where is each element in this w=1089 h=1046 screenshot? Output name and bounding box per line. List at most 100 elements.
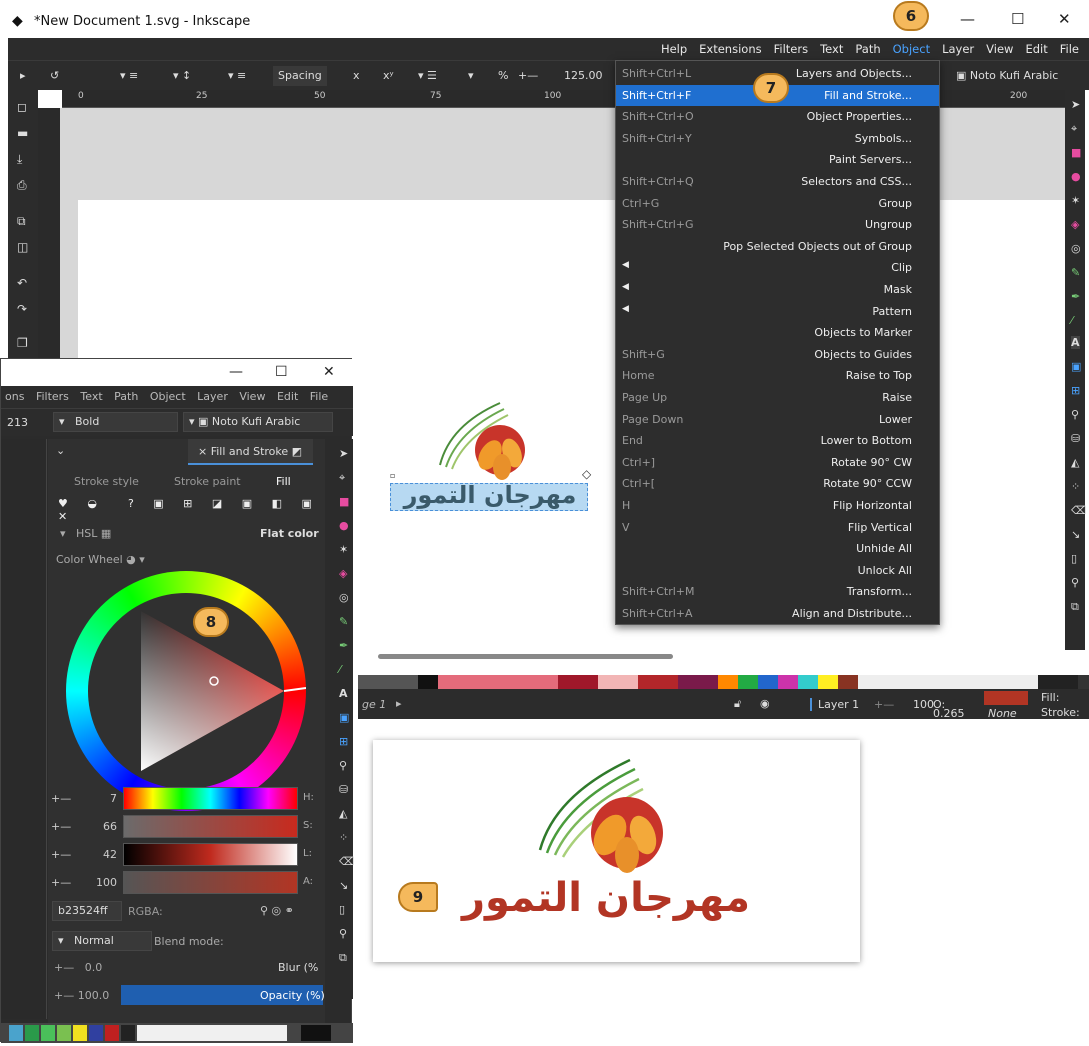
menu-item[interactable]: Shift+Ctrl+Q Selectors and CSS... — [616, 171, 939, 193]
menu-item[interactable]: Paint Servers... — [616, 149, 939, 171]
menu-item[interactable]: Shift+Ctrl+O Object Properties... — [616, 106, 939, 128]
menu-item[interactable]: Shift+Ctrl+M Transform... — [616, 581, 939, 603]
palette-swatches[interactable] — [358, 675, 1089, 689]
connector-tool-icon[interactable]: ↘ — [1071, 528, 1080, 541]
handle-icon[interactable]: ▫ — [390, 471, 395, 480]
pen-tool-icon[interactable]: ✒ — [1071, 290, 1080, 303]
menu-item[interactable]: Ctrl+] Rotate 90° CW — [616, 452, 939, 474]
menu-layer[interactable]: Layer — [936, 42, 980, 56]
minimize-button[interactable]: — — [960, 10, 975, 28]
menu-edit[interactable]: Edit — [273, 390, 302, 403]
next-icon[interactable]: ▸ — [396, 697, 402, 710]
menu-item[interactable]: Shift+Ctrl+Y Symbols... — [616, 128, 939, 150]
menu-item[interactable]: Page Up Raise — [616, 387, 939, 409]
dropdown-icon[interactable]: ▾ — [468, 66, 474, 86]
zoom-tool-icon[interactable]: ⚲ — [339, 927, 347, 940]
color-triangle[interactable] — [66, 571, 306, 811]
spray-tool-icon[interactable]: ⁘ — [339, 831, 348, 844]
maximize-button[interactable]: ☐ — [1011, 10, 1024, 28]
alpha-value[interactable]: +— 100 — [51, 871, 121, 894]
mode-dropdown[interactable]: ▾ HSL ▦ — [60, 527, 111, 540]
saturation-value[interactable]: +— 66 — [51, 815, 121, 838]
new-doc-icon[interactable]: ◻ — [17, 100, 27, 114]
undo-text-icon[interactable]: ↺ — [50, 66, 59, 86]
opacity-value[interactable]: 100 — [913, 698, 934, 711]
menu-item[interactable]: Unhide All — [616, 538, 939, 560]
dropper-tool-icon[interactable]: ⚲ — [339, 759, 347, 772]
menu-text[interactable]: Text — [76, 390, 106, 403]
line-spacing-dropdown[interactable]: ▾ ↕ — [173, 66, 191, 86]
mesh-tool-icon[interactable]: ⊞ — [339, 735, 348, 748]
saturation-slider[interactable] — [123, 815, 298, 838]
paint-bucket-icon[interactable]: ⛁ — [339, 783, 348, 796]
word-spacing-dropdown[interactable]: ▾ ≡ — [228, 66, 246, 86]
calligraphy-tool-icon[interactable]: ⁄ — [1071, 314, 1073, 327]
dropper-tool-icon[interactable]: ⚲ — [1071, 408, 1079, 421]
canvas-logo[interactable]: مهرجان التمور ▫ ◇ — [390, 395, 591, 515]
measure-tool-icon[interactable]: ⧉ — [339, 951, 347, 965]
paint-type-icons[interactable]: ♥ ◒ ? ▣ ⊞ ◪ ▣ ◧ ▣ ✕ — [58, 497, 325, 523]
selector-tool-icon[interactable]: ➤ — [339, 447, 348, 460]
circle-tool-icon[interactable]: ● — [1071, 170, 1081, 183]
menu-item[interactable]: ◀ Clip — [616, 257, 939, 279]
pages-tool-icon[interactable]: ▯ — [339, 903, 345, 916]
menu-item[interactable]: H Flip Horizontal — [616, 495, 939, 517]
menu-view[interactable]: View — [235, 390, 269, 403]
3dbox-tool-icon[interactable]: ◈ — [1071, 218, 1079, 231]
menu-item[interactable]: Page Down Lower — [616, 409, 939, 431]
menu-file[interactable]: File — [1054, 42, 1085, 56]
menu-item[interactable]: Shift+Ctrl+G Ungroup — [616, 214, 939, 236]
rect-tool-icon[interactable]: ■ — [1071, 146, 1081, 159]
expand-icon[interactable]: ▸ — [20, 66, 26, 86]
opacity-stepper[interactable]: +— 100.0 — [54, 989, 109, 1002]
zoom-stepper[interactable]: +— — [518, 66, 538, 86]
menu-path[interactable]: Path — [849, 42, 886, 56]
circle-tool-icon[interactable]: ● — [339, 519, 349, 532]
import-icon[interactable]: ⧉ — [17, 214, 26, 229]
tweak-tool-icon[interactable]: ◭ — [1071, 456, 1079, 469]
star-tool-icon[interactable]: ✶ — [339, 543, 348, 556]
menu-file[interactable]: File — [306, 390, 332, 403]
tab-fill[interactable]: Fill — [276, 475, 291, 488]
menu-item[interactable]: Objects to Marker — [616, 322, 939, 344]
spray-tool-icon[interactable]: ⁘ — [1071, 480, 1080, 493]
font-style-dropdown[interactable]: ▾ Bold — [53, 412, 178, 432]
color-wheel[interactable] — [66, 571, 306, 811]
visibility-icon[interactable]: ◉ — [760, 697, 770, 710]
pencil-tool-icon[interactable]: ✎ — [339, 615, 348, 628]
redo-icon[interactable]: ↷ — [17, 302, 27, 316]
dialog-color-palette[interactable] — [1, 1023, 353, 1043]
rect-tool-icon[interactable]: ■ — [339, 495, 349, 508]
undo-icon[interactable]: ↶ — [17, 276, 27, 290]
opacity-stepper[interactable]: +— — [874, 698, 894, 711]
hue-slider[interactable] — [123, 787, 298, 810]
mesh-tool-icon[interactable]: ⊞ — [1071, 384, 1080, 397]
eraser-tool-icon[interactable]: ⌫ — [339, 855, 355, 868]
spiral-tool-icon[interactable]: ◎ — [339, 591, 349, 604]
menu-text[interactable]: Text — [814, 42, 849, 56]
star-tool-icon[interactable]: ✶ — [1071, 194, 1080, 207]
connector-tool-icon[interactable]: ↘ — [339, 879, 348, 892]
menu-item[interactable]: End Lower to Bottom — [616, 430, 939, 452]
pen-tool-icon[interactable]: ✒ — [339, 639, 348, 652]
picker-icon[interactable]: ⚲ ◎ ⚭ — [260, 904, 294, 917]
eraser-tool-icon[interactable]: ⌫ — [1071, 504, 1087, 517]
node-tool-icon[interactable]: ⌖ — [339, 471, 345, 485]
save-icon[interactable]: ⤓ — [17, 152, 22, 167]
dialog-maximize-button[interactable]: ☐ — [275, 364, 288, 380]
horizontal-scrollbar[interactable] — [378, 654, 673, 659]
hue-value[interactable]: +— 7 — [51, 787, 121, 810]
menu-object[interactable]: Object — [887, 42, 936, 56]
blur-value[interactable]: 0.0 — [85, 961, 103, 974]
pencil-tool-icon[interactable]: ✎ — [1071, 266, 1080, 279]
color-wheel-toggle[interactable]: Color Wheel ◕ ▾ — [56, 553, 145, 566]
node-tool-icon[interactable]: ⌖ — [1071, 122, 1077, 136]
pages-tool-icon[interactable]: ▯ — [1071, 552, 1077, 565]
close-button[interactable]: ✕ — [1058, 10, 1071, 28]
dialog-close-button[interactable]: ✕ — [323, 364, 335, 380]
alpha-slider[interactable] — [123, 871, 298, 894]
fill-swatch[interactable] — [984, 691, 1028, 705]
menu-view[interactable]: View — [980, 42, 1019, 56]
menu-item[interactable]: Ctrl+[Rotate 90° CCW — [616, 473, 939, 495]
menu-help[interactable]: Help — [655, 42, 693, 56]
